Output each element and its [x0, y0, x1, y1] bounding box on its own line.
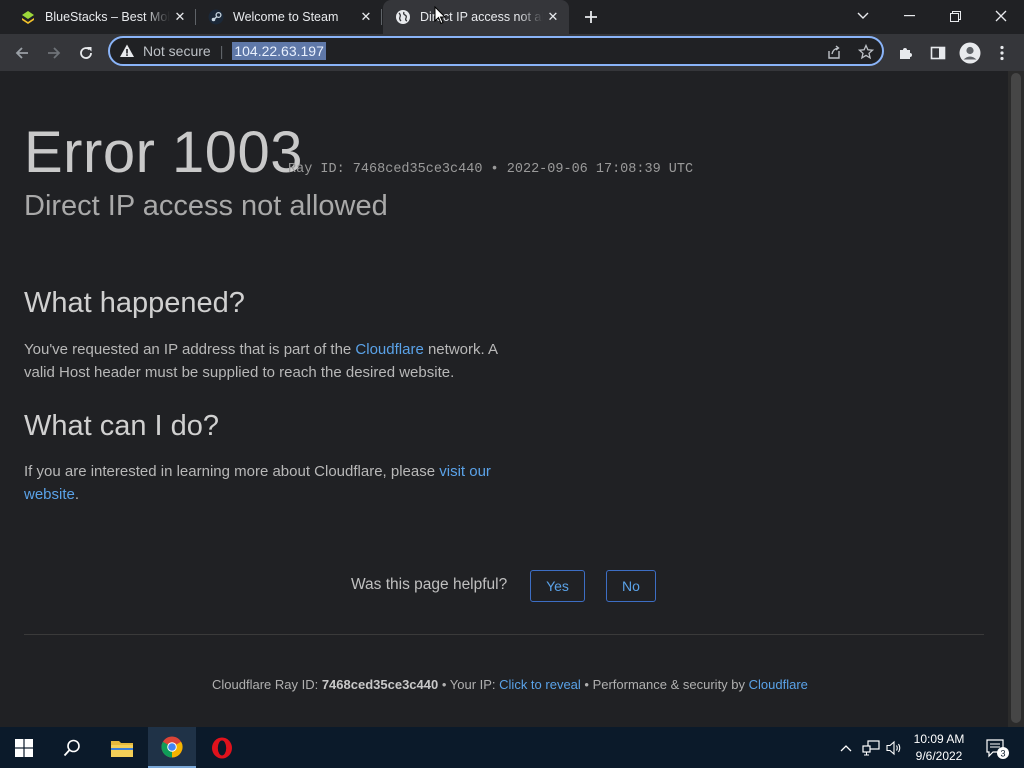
text: You've requested an IP address that is p…	[24, 341, 356, 358]
start-button[interactable]	[0, 727, 48, 768]
notification-icon: 3	[986, 738, 1009, 759]
opera-icon	[212, 737, 232, 758]
taskbar: 10:09 AM 9/6/2022 3	[0, 727, 1024, 768]
error-title: Direct IP access not allowed	[24, 190, 388, 222]
chrome-icon	[161, 736, 183, 757]
what-can-i-do-text: If you are interested in learning more a…	[24, 461, 499, 506]
network-button[interactable]	[860, 727, 882, 768]
text: If you are interested in learning more a…	[24, 463, 440, 480]
reveal-ip-link[interactable]: Click to reveal	[499, 677, 581, 692]
tab-steam[interactable]: Welcome to Steam ✕	[196, 0, 382, 34]
ray-value: 7468ced35ce3c440	[321, 677, 439, 692]
reload-button[interactable]	[72, 39, 100, 67]
ip-label: • Your IP:	[438, 677, 500, 692]
share-icon[interactable]	[826, 44, 842, 60]
speaker-icon	[886, 740, 901, 755]
text: .	[74, 485, 80, 503]
perf-label: • Performance & security by	[580, 677, 749, 692]
url-text[interactable]: 104.22.63.197	[232, 42, 326, 60]
volume-button[interactable]	[884, 727, 906, 768]
arrow-right-icon	[48, 47, 61, 59]
mouse-cursor-icon	[434, 6, 446, 25]
opera-taskbar-button[interactable]	[198, 727, 246, 768]
notification-count: 3	[1000, 748, 1005, 758]
warning-icon	[120, 44, 134, 57]
chrome-taskbar-button[interactable]	[148, 727, 196, 768]
cloudflare-footer-link[interactable]: Cloudflare	[749, 677, 808, 692]
bookmark-star-icon[interactable]	[858, 44, 874, 60]
tab-title: Welcome to Steam	[233, 10, 339, 24]
scrollbar-thumb[interactable]	[1011, 73, 1021, 723]
feedback-no-button[interactable]: No	[606, 570, 656, 602]
folder-icon	[111, 740, 133, 757]
minimize-button[interactable]	[886, 0, 932, 32]
browser-toolbar: Not secure | 104.22.63.197	[0, 34, 1024, 71]
close-window-button[interactable]	[978, 0, 1024, 32]
notifications-button[interactable]: 3	[976, 727, 1016, 768]
separator: |	[219, 43, 224, 59]
tab-bluestacks[interactable]: BlueStacks – Best Mobile ✕	[8, 0, 196, 34]
forward-button[interactable]	[40, 39, 68, 67]
menu-button[interactable]	[988, 39, 1016, 67]
more-vertical-icon	[1000, 45, 1004, 61]
file-explorer-button[interactable]	[98, 727, 146, 768]
globe-icon	[395, 9, 411, 25]
ray-id-line: Ray ID: 7468ced35ce3c440 • 2022-09-06 17…	[288, 162, 693, 177]
windows-icon	[15, 738, 33, 757]
timestamp: 2022-09-06 17:08:39 UTC	[506, 162, 694, 177]
close-tab-icon[interactable]: ✕	[170, 7, 190, 27]
clock[interactable]: 10:09 AM 9/6/2022	[906, 731, 972, 765]
tab-direct-ip[interactable]: Direct IP access not allowed ✕	[383, 0, 569, 34]
search-button[interactable]	[48, 727, 96, 768]
chevron-up-icon	[840, 744, 852, 751]
what-can-i-do-heading: What can I do?	[24, 410, 220, 442]
divider	[24, 634, 984, 635]
back-button[interactable]	[8, 39, 36, 67]
page-content: Error 1003 Ray ID: 7468ced35ce3c440 • 20…	[0, 71, 1008, 727]
arrow-left-icon	[15, 47, 28, 59]
tab-title: BlueStacks – Best Mobile	[45, 10, 170, 24]
error-code: Error 1003	[24, 120, 304, 185]
puzzle-icon	[900, 48, 912, 59]
scrollbar[interactable]	[1008, 71, 1024, 727]
clock-date: 9/6/2022	[915, 749, 963, 763]
close-tab-icon[interactable]: ✕	[356, 7, 376, 27]
clock-time: 10:09 AM	[913, 732, 965, 746]
cloudflare-link[interactable]: Cloudflare	[355, 341, 423, 358]
search-icon	[63, 739, 80, 756]
side-panel-button[interactable]	[924, 39, 952, 67]
close-tab-icon[interactable]: ✕	[543, 7, 563, 27]
address-bar[interactable]: Not secure | 104.22.63.197	[108, 36, 884, 66]
restore-button[interactable]	[932, 0, 978, 32]
new-tab-button[interactable]	[578, 5, 604, 29]
feedback-question: Was this page helpful?	[351, 576, 508, 593]
footer: Cloudflare Ray ID: 7468ced35ce3c440 • Yo…	[212, 677, 808, 692]
tab-search-button[interactable]	[840, 0, 886, 32]
extensions-button[interactable]	[892, 39, 920, 67]
feedback-yes-button[interactable]: Yes	[530, 570, 585, 602]
security-label[interactable]: Not secure	[143, 43, 211, 59]
network-icon	[862, 739, 880, 755]
what-happened-text: You've requested an IP address that is p…	[24, 339, 504, 384]
tray-expand-button[interactable]	[836, 727, 856, 768]
reload-icon	[80, 47, 92, 59]
tab-strip: BlueStacks – Best Mobile ✕ Welcome to St…	[0, 0, 1024, 34]
bluestacks-icon	[20, 9, 36, 25]
ray-label: Cloudflare Ray ID:	[212, 677, 322, 692]
what-happened-heading: What happened?	[24, 287, 245, 319]
bullet: •	[490, 162, 499, 177]
ray-id: Ray ID: 7468ced35ce3c440	[288, 162, 483, 177]
profile-button[interactable]	[956, 39, 984, 67]
side-panel-icon	[930, 46, 946, 60]
avatar-icon	[959, 42, 981, 64]
steam-icon	[208, 9, 224, 25]
